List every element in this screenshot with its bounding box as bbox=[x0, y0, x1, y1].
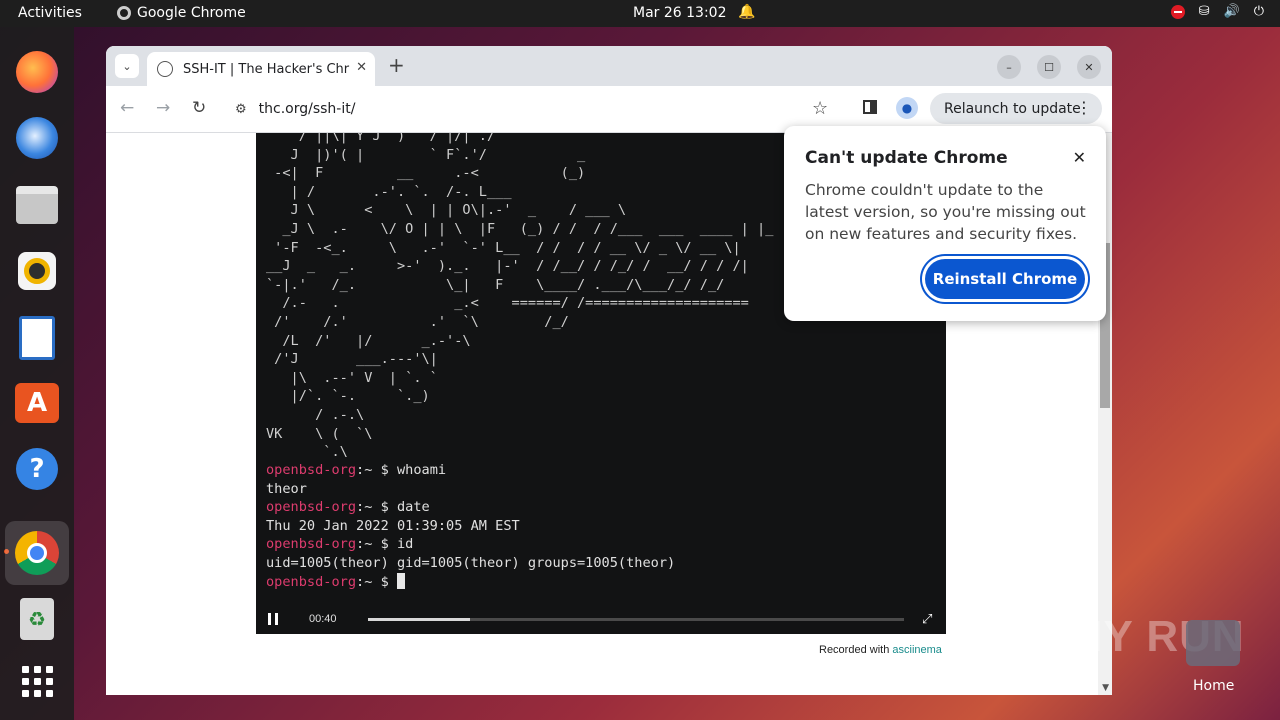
output-line: theor bbox=[266, 480, 307, 497]
popup-title: Can't update Chrome bbox=[805, 148, 1008, 168]
recorded-with-label: Recorded with bbox=[819, 644, 890, 656]
writer-icon[interactable] bbox=[13, 314, 61, 362]
pause-icon[interactable] bbox=[268, 613, 278, 625]
close-window-button[interactable]: ✕ bbox=[1077, 55, 1101, 79]
rhythmbox-icon[interactable] bbox=[13, 247, 61, 295]
tab-title: SSH-IT | The Hacker's Chr bbox=[183, 61, 350, 77]
clock[interactable]: Mar 26 13:02 bbox=[633, 5, 726, 21]
scroll-down-icon[interactable]: ▼ bbox=[1102, 683, 1109, 693]
recorded-with: Recorded with asciinema bbox=[819, 644, 942, 656]
volume-icon: 🔊 bbox=[1223, 4, 1240, 19]
bell-icon: 🔔 bbox=[738, 4, 756, 20]
reload-button[interactable]: ↻ bbox=[192, 98, 206, 118]
progress-fill bbox=[368, 618, 470, 621]
chrome-small-icon bbox=[117, 6, 131, 20]
ascii-art: / ||\| Y J ) / |/| ./ J |)'( | ` F`.'/ _… bbox=[266, 133, 774, 461]
do-not-disturb-icon bbox=[1170, 4, 1185, 19]
new-tab-button[interactable]: + bbox=[388, 53, 405, 77]
terminal-cursor bbox=[396, 572, 405, 589]
bookmark-star-icon[interactable]: ☆ bbox=[812, 98, 828, 119]
fullscreen-icon[interactable]: ⤢ bbox=[922, 612, 932, 627]
prompt-command: :~ $ date bbox=[356, 499, 430, 516]
help-icon[interactable]: ? bbox=[13, 445, 61, 493]
home-folder-icon[interactable] bbox=[1186, 620, 1240, 666]
url-text: thc.org/ssh-it/ bbox=[258, 101, 356, 117]
app-center-icon[interactable]: A bbox=[13, 379, 61, 427]
prompt-host: openbsd-org bbox=[266, 573, 357, 590]
show-apps-icon[interactable] bbox=[13, 657, 61, 705]
prompt-line: openbsd-org:~ $ id bbox=[266, 535, 675, 554]
tab-search-dropdown-icon[interactable]: ⌄ bbox=[115, 54, 139, 78]
network-icon: ⛁ bbox=[1198, 4, 1210, 19]
firefox-icon[interactable] bbox=[13, 48, 61, 96]
trash-icon[interactable]: ♻ bbox=[13, 595, 61, 643]
output-line: uid=1005(theor) gid=1005(theor) groups=1… bbox=[266, 554, 676, 571]
prompt-host: openbsd-org bbox=[266, 499, 357, 516]
relaunch-label: Relaunch to update bbox=[944, 100, 1081, 117]
files-icon[interactable] bbox=[13, 181, 61, 229]
menu-dots-icon[interactable]: ⋮ bbox=[1076, 98, 1092, 117]
prompt-host: openbsd-org bbox=[266, 536, 357, 553]
globe-icon bbox=[157, 61, 173, 77]
reinstall-chrome-button[interactable]: Reinstall Chrome bbox=[925, 259, 1085, 299]
prompt-command: :~ $ id bbox=[356, 536, 414, 553]
dock: A ? ♻ bbox=[0, 27, 74, 720]
asciinema-link[interactable]: asciinema bbox=[892, 644, 942, 656]
close-tab-icon[interactable]: ✕ bbox=[356, 60, 367, 75]
site-info-icon[interactable]: ⚙ bbox=[235, 102, 247, 117]
prompt-command: :~ $ whoami bbox=[356, 462, 447, 478]
address-bar[interactable]: ⚙ thc.org/ssh-it/ bbox=[227, 92, 853, 126]
relaunch-button[interactable]: Relaunch to update ⋮ bbox=[930, 93, 1102, 124]
prompt-line: openbsd-org:~ $ whoami bbox=[266, 461, 675, 480]
chrome-icon[interactable] bbox=[5, 521, 69, 585]
output-line: Thu 20 Jan 2022 01:39:05 AM EST bbox=[266, 517, 520, 534]
progress-bar[interactable] bbox=[368, 618, 904, 621]
prompt-host: openbsd-org bbox=[266, 462, 357, 478]
app-menu[interactable]: Google Chrome bbox=[117, 5, 246, 21]
terminal-output: openbsd-org:~ $ whoami theor openbsd-org:~… bbox=[266, 461, 675, 591]
update-popup: Can't update Chrome ✕ Chrome couldn't up… bbox=[784, 126, 1106, 321]
popup-body: Chrome couldn't update to the latest ver… bbox=[805, 181, 1086, 243]
back-button[interactable]: ← bbox=[120, 98, 134, 118]
tab-strip: ⌄ SSH-IT | The Hacker's Chr ✕ + – ☐ ✕ bbox=[106, 46, 1112, 86]
tab-ssh-it[interactable]: SSH-IT | The Hacker's Chr ✕ bbox=[147, 52, 375, 86]
maximize-button[interactable]: ☐ bbox=[1037, 55, 1061, 79]
activities-button[interactable]: Activities bbox=[18, 5, 82, 21]
timecode: 00:40 bbox=[309, 613, 337, 625]
app-name-label: Google Chrome bbox=[137, 5, 246, 21]
system-tray[interactable]: ⛁ 🔊 ⏻ bbox=[1170, 4, 1264, 19]
home-label: Home bbox=[1193, 678, 1235, 694]
prompt-line: openbsd-org:~ $ bbox=[266, 572, 675, 592]
power-icon: ⏻ bbox=[1253, 4, 1264, 19]
top-bar: Activities Google Chrome Mar 26 13:02 🔔 … bbox=[0, 0, 1280, 27]
thunderbird-icon[interactable] bbox=[13, 114, 61, 162]
prompt-line: openbsd-org:~ $ date bbox=[266, 498, 675, 517]
forward-button[interactable]: → bbox=[156, 98, 170, 118]
close-icon[interactable]: ✕ bbox=[1073, 148, 1086, 167]
player-controls: 00:40 ⤢ bbox=[256, 603, 946, 634]
profile-icon[interactable]: ● bbox=[896, 97, 918, 119]
minimize-button[interactable]: – bbox=[997, 55, 1021, 79]
side-panel-icon[interactable] bbox=[863, 100, 877, 114]
prompt-command: :~ $ bbox=[356, 573, 397, 590]
